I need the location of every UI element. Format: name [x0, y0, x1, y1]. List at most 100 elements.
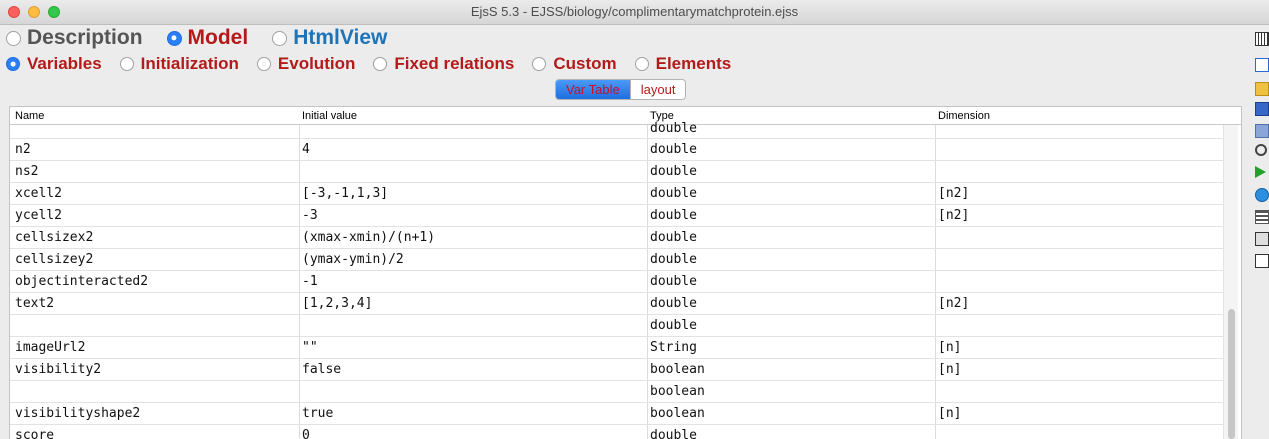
cell-value[interactable]: 4: [302, 142, 310, 157]
cell-value[interactable]: (xmax-xmin)/(n+1): [302, 230, 435, 245]
table-row[interactable]: visibility2 false boolean [n]: [10, 359, 1225, 381]
cell-type[interactable]: double: [650, 428, 697, 439]
table-row[interactable]: imageUrl2 "" String [n]: [10, 337, 1225, 359]
table-row[interactable]: xcell2 [-3,-1,1,3] double [n2]: [10, 183, 1225, 205]
cell-name[interactable]: xcell2: [15, 186, 62, 201]
cell-name[interactable]: n2: [15, 142, 31, 157]
cell-value[interactable]: "": [302, 340, 318, 355]
table-row[interactable]: cellsizex2 (xmax-xmin)/(n+1) double: [10, 227, 1225, 249]
cell-value[interactable]: -3: [302, 208, 318, 223]
cell-type[interactable]: double: [650, 121, 697, 136]
cell-dim[interactable]: [n2]: [938, 186, 969, 201]
web-icon[interactable]: [1255, 188, 1269, 202]
cell-type[interactable]: double: [650, 186, 697, 201]
table-row[interactable]: boolean: [10, 381, 1225, 403]
model-tab-radio[interactable]: [634, 57, 649, 71]
main-tab-radio[interactable]: [272, 30, 288, 46]
cell-value[interactable]: (ymax-ymin)/2: [302, 252, 404, 267]
cell-type[interactable]: boolean: [650, 362, 705, 377]
cell-value[interactable]: false: [302, 362, 341, 377]
cell-name[interactable]: cellsizey2: [15, 252, 93, 267]
cell-value[interactable]: 0: [302, 428, 310, 439]
cell-type[interactable]: double: [650, 252, 697, 267]
cell-type[interactable]: double: [650, 318, 697, 333]
table-row[interactable]: cellsizey2 (ymax-ymin)/2 double: [10, 249, 1225, 271]
header-name[interactable]: Name: [15, 110, 44, 122]
save-as-icon[interactable]: [1255, 124, 1269, 138]
cell-name[interactable]: text2: [15, 296, 54, 311]
run-icon[interactable]: [1255, 166, 1266, 178]
cell-name[interactable]: visibility2: [15, 362, 101, 377]
vertical-scrollbar[interactable]: [1223, 125, 1238, 439]
table-row[interactable]: visibilityshape2 true boolean [n]: [10, 403, 1225, 425]
cell-name[interactable]: ycell2: [15, 208, 62, 223]
main-tab-bar: Description Model HtmlView: [0, 26, 405, 50]
search-icon[interactable]: [1255, 144, 1267, 156]
cell-name[interactable]: visibilityshape2: [15, 406, 140, 421]
layout-tab[interactable]: layout: [629, 80, 686, 99]
layers-icon[interactable]: [1255, 210, 1269, 224]
table-row[interactable]: score 0 double: [10, 425, 1225, 439]
table-row[interactable]: double: [10, 315, 1225, 337]
table-row[interactable]: ns2 double: [10, 161, 1225, 183]
new-file-icon[interactable]: [1255, 58, 1269, 72]
cell-type[interactable]: double: [650, 164, 697, 179]
cell-dim[interactable]: [n]: [938, 362, 961, 377]
title-bar: EjsS 5.3 - EJSS/biology/complimentarymat…: [0, 0, 1269, 25]
model-tab-radio[interactable]: [373, 57, 388, 71]
edit-icon[interactable]: [1255, 232, 1269, 246]
cell-name[interactable]: cellsizex2: [15, 230, 93, 245]
variables-table: Name Initial value Type Dimension double…: [9, 106, 1242, 439]
main-tab-radio[interactable]: [6, 30, 21, 46]
table-row[interactable]: n2 4 double: [10, 139, 1225, 161]
cell-name[interactable]: imageUrl2: [15, 340, 85, 355]
header-initial-value[interactable]: Initial value: [302, 110, 357, 122]
model-tab-elements[interactable]: Elements: [656, 54, 732, 74]
model-tab-fixed-relations[interactable]: Fixed relations: [394, 54, 514, 74]
cell-type[interactable]: double: [650, 274, 697, 289]
cell-type[interactable]: double: [650, 142, 697, 157]
main-tab-model[interactable]: Model: [188, 26, 249, 50]
cell-type[interactable]: String: [650, 340, 697, 355]
model-tab-radio[interactable]: [119, 57, 134, 71]
main-tab-radio[interactable]: [166, 30, 182, 46]
open-folder-icon[interactable]: [1255, 82, 1269, 96]
window-title: EjsS 5.3 - EJSS/biology/complimentarymat…: [470, 4, 799, 19]
cell-name[interactable]: ns2: [15, 164, 38, 179]
table-icon[interactable]: [1255, 32, 1269, 46]
model-tab-variables[interactable]: Variables: [27, 54, 102, 74]
cell-value[interactable]: true: [302, 406, 333, 421]
table-row[interactable]: text2 [1,2,3,4] double [n2]: [10, 293, 1225, 315]
cell-dim[interactable]: [n]: [938, 406, 961, 421]
table-row-partial[interactable]: double: [10, 121, 1225, 139]
model-tab-radio[interactable]: [532, 57, 547, 71]
cell-name[interactable]: objectinteracted2: [15, 274, 148, 289]
cell-type[interactable]: double: [650, 208, 697, 223]
model-tab-evolution[interactable]: Evolution: [278, 54, 355, 74]
table-row[interactable]: objectinteracted2 -1 double: [10, 271, 1225, 293]
cell-type[interactable]: boolean: [650, 406, 705, 421]
cell-value[interactable]: [1,2,3,4]: [302, 296, 372, 311]
main-tab-description[interactable]: Description: [27, 26, 143, 50]
scrollbar-thumb[interactable]: [1228, 309, 1235, 439]
table-header: Name Initial value Type Dimension: [10, 107, 1241, 125]
cell-dim[interactable]: [n2]: [938, 296, 969, 311]
model-tab-radio[interactable]: [256, 57, 271, 71]
cell-dim[interactable]: [n2]: [938, 208, 969, 223]
cell-type[interactable]: boolean: [650, 384, 705, 399]
model-tab-radio[interactable]: [6, 57, 20, 71]
cell-value[interactable]: -1: [302, 274, 318, 289]
model-tab-custom[interactable]: Custom: [553, 54, 616, 74]
main-tab-htmlview[interactable]: HtmlView: [293, 26, 387, 50]
header-dimension[interactable]: Dimension: [938, 110, 990, 122]
model-tab-initialization[interactable]: Initialization: [141, 54, 239, 74]
cell-type[interactable]: double: [650, 230, 697, 245]
cell-value[interactable]: [-3,-1,1,3]: [302, 186, 388, 201]
var-table-tab[interactable]: Var Table: [556, 80, 630, 99]
cell-type[interactable]: double: [650, 296, 697, 311]
cell-dim[interactable]: [n]: [938, 340, 961, 355]
table-row[interactable]: ycell2 -3 double [n2]: [10, 205, 1225, 227]
cell-name[interactable]: score: [15, 428, 54, 439]
info-icon[interactable]: [1255, 254, 1269, 268]
save-icon[interactable]: [1255, 102, 1269, 116]
